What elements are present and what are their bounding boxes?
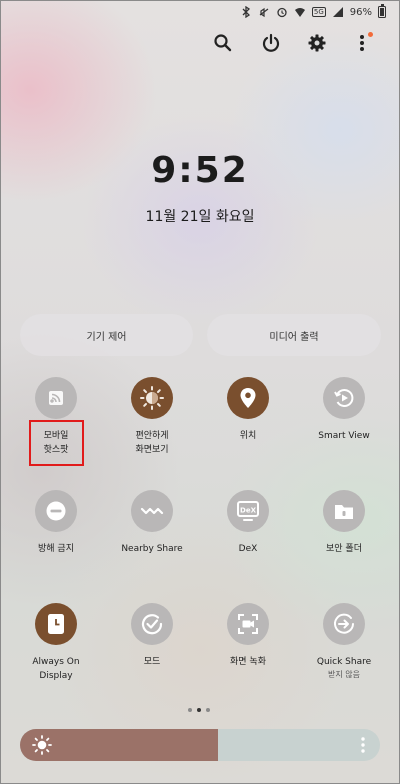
always-on-display-icon[interactable] bbox=[35, 603, 77, 645]
location-icon[interactable] bbox=[227, 377, 269, 419]
svg-text:DeX: DeX bbox=[240, 507, 257, 515]
brightness-slider[interactable] bbox=[20, 729, 380, 761]
device-control-button[interactable]: 기기 제어 bbox=[20, 314, 193, 356]
tile-modes[interactable]: 모드 bbox=[104, 603, 200, 669]
signal-icon bbox=[332, 6, 344, 18]
tile-label: Display bbox=[39, 671, 73, 681]
screen-record-icon[interactable] bbox=[227, 603, 269, 645]
tile-label: Nearby Share bbox=[121, 544, 183, 554]
tile-label: 화면 녹화 bbox=[230, 657, 266, 667]
quick-share-icon[interactable] bbox=[323, 603, 365, 645]
tile-label: 화면보기 bbox=[135, 445, 169, 455]
brightness-sun-icon bbox=[32, 735, 52, 755]
tile-always-on-display[interactable]: Always On Display bbox=[8, 603, 104, 683]
alarm-icon bbox=[276, 6, 288, 18]
power-icon[interactable] bbox=[258, 30, 284, 56]
tile-eye-comfort[interactable]: 편안하게 화면보기 bbox=[104, 377, 200, 457]
tile-label: 모드 bbox=[143, 657, 161, 667]
tile-secure-folder[interactable]: 보안 폴더 bbox=[296, 490, 392, 556]
wifi-icon bbox=[294, 6, 306, 18]
page-indicator bbox=[188, 708, 210, 712]
bluetooth-icon bbox=[240, 6, 252, 18]
page-dot[interactable] bbox=[188, 708, 192, 712]
tile-label: Always On bbox=[32, 657, 80, 667]
clock-time: 9:52 bbox=[151, 150, 249, 191]
tile-location[interactable]: 위치 bbox=[200, 377, 296, 443]
battery-percent: 96% bbox=[349, 6, 372, 18]
media-output-button[interactable]: 미디어 출력 bbox=[207, 314, 381, 356]
tile-label: 편안하게 bbox=[135, 431, 169, 441]
dex-icon[interactable]: DeX bbox=[227, 490, 269, 532]
brightness-more-icon[interactable] bbox=[360, 736, 366, 754]
tile-dex[interactable]: DeX DeX bbox=[200, 490, 296, 556]
do-not-disturb-icon[interactable] bbox=[35, 490, 77, 532]
nearby-share-icon[interactable] bbox=[131, 490, 173, 532]
settings-icon[interactable] bbox=[304, 30, 330, 56]
secure-folder-icon[interactable] bbox=[323, 490, 365, 532]
tile-sublabel: 받지 않음 bbox=[328, 670, 360, 679]
clock-date: 11월 21일 화요일 bbox=[145, 209, 255, 225]
page-dot-active[interactable] bbox=[197, 708, 201, 712]
tile-label: 방해 금지 bbox=[38, 544, 74, 554]
eye-comfort-icon[interactable] bbox=[131, 377, 173, 419]
battery-icon bbox=[378, 4, 386, 18]
hotspot-icon[interactable] bbox=[35, 377, 77, 419]
quick-panel-actions bbox=[206, 30, 386, 56]
tile-label: 보안 폴더 bbox=[326, 544, 362, 554]
network-type: 5G bbox=[311, 7, 326, 17]
tile-label: Quick Share bbox=[316, 657, 372, 667]
device-control-label: 기기 제어 bbox=[86, 331, 127, 343]
notification-dot bbox=[368, 32, 373, 37]
modes-icon[interactable] bbox=[131, 603, 173, 645]
status-bar: 5G 96% bbox=[240, 3, 386, 21]
more-options-icon[interactable] bbox=[349, 30, 375, 56]
tile-label: 위치 bbox=[239, 431, 257, 441]
silent-icon bbox=[258, 6, 270, 18]
tile-label: DeX bbox=[238, 544, 258, 554]
smart-view-icon[interactable] bbox=[323, 377, 365, 419]
tile-label: Smart View bbox=[318, 431, 370, 441]
tile-smart-view[interactable]: Smart View bbox=[296, 377, 392, 443]
tile-screen-record[interactable]: 화면 녹화 bbox=[200, 603, 296, 669]
tile-nearby-share[interactable]: Nearby Share bbox=[104, 490, 200, 556]
page-dot[interactable] bbox=[206, 708, 210, 712]
highlight-box bbox=[29, 420, 84, 466]
media-output-label: 미디어 출력 bbox=[269, 331, 319, 343]
search-icon[interactable] bbox=[210, 30, 236, 56]
tile-do-not-disturb[interactable]: 방해 금지 bbox=[8, 490, 104, 556]
tile-quick-share[interactable]: Quick Share 받지 않음 bbox=[296, 603, 392, 681]
